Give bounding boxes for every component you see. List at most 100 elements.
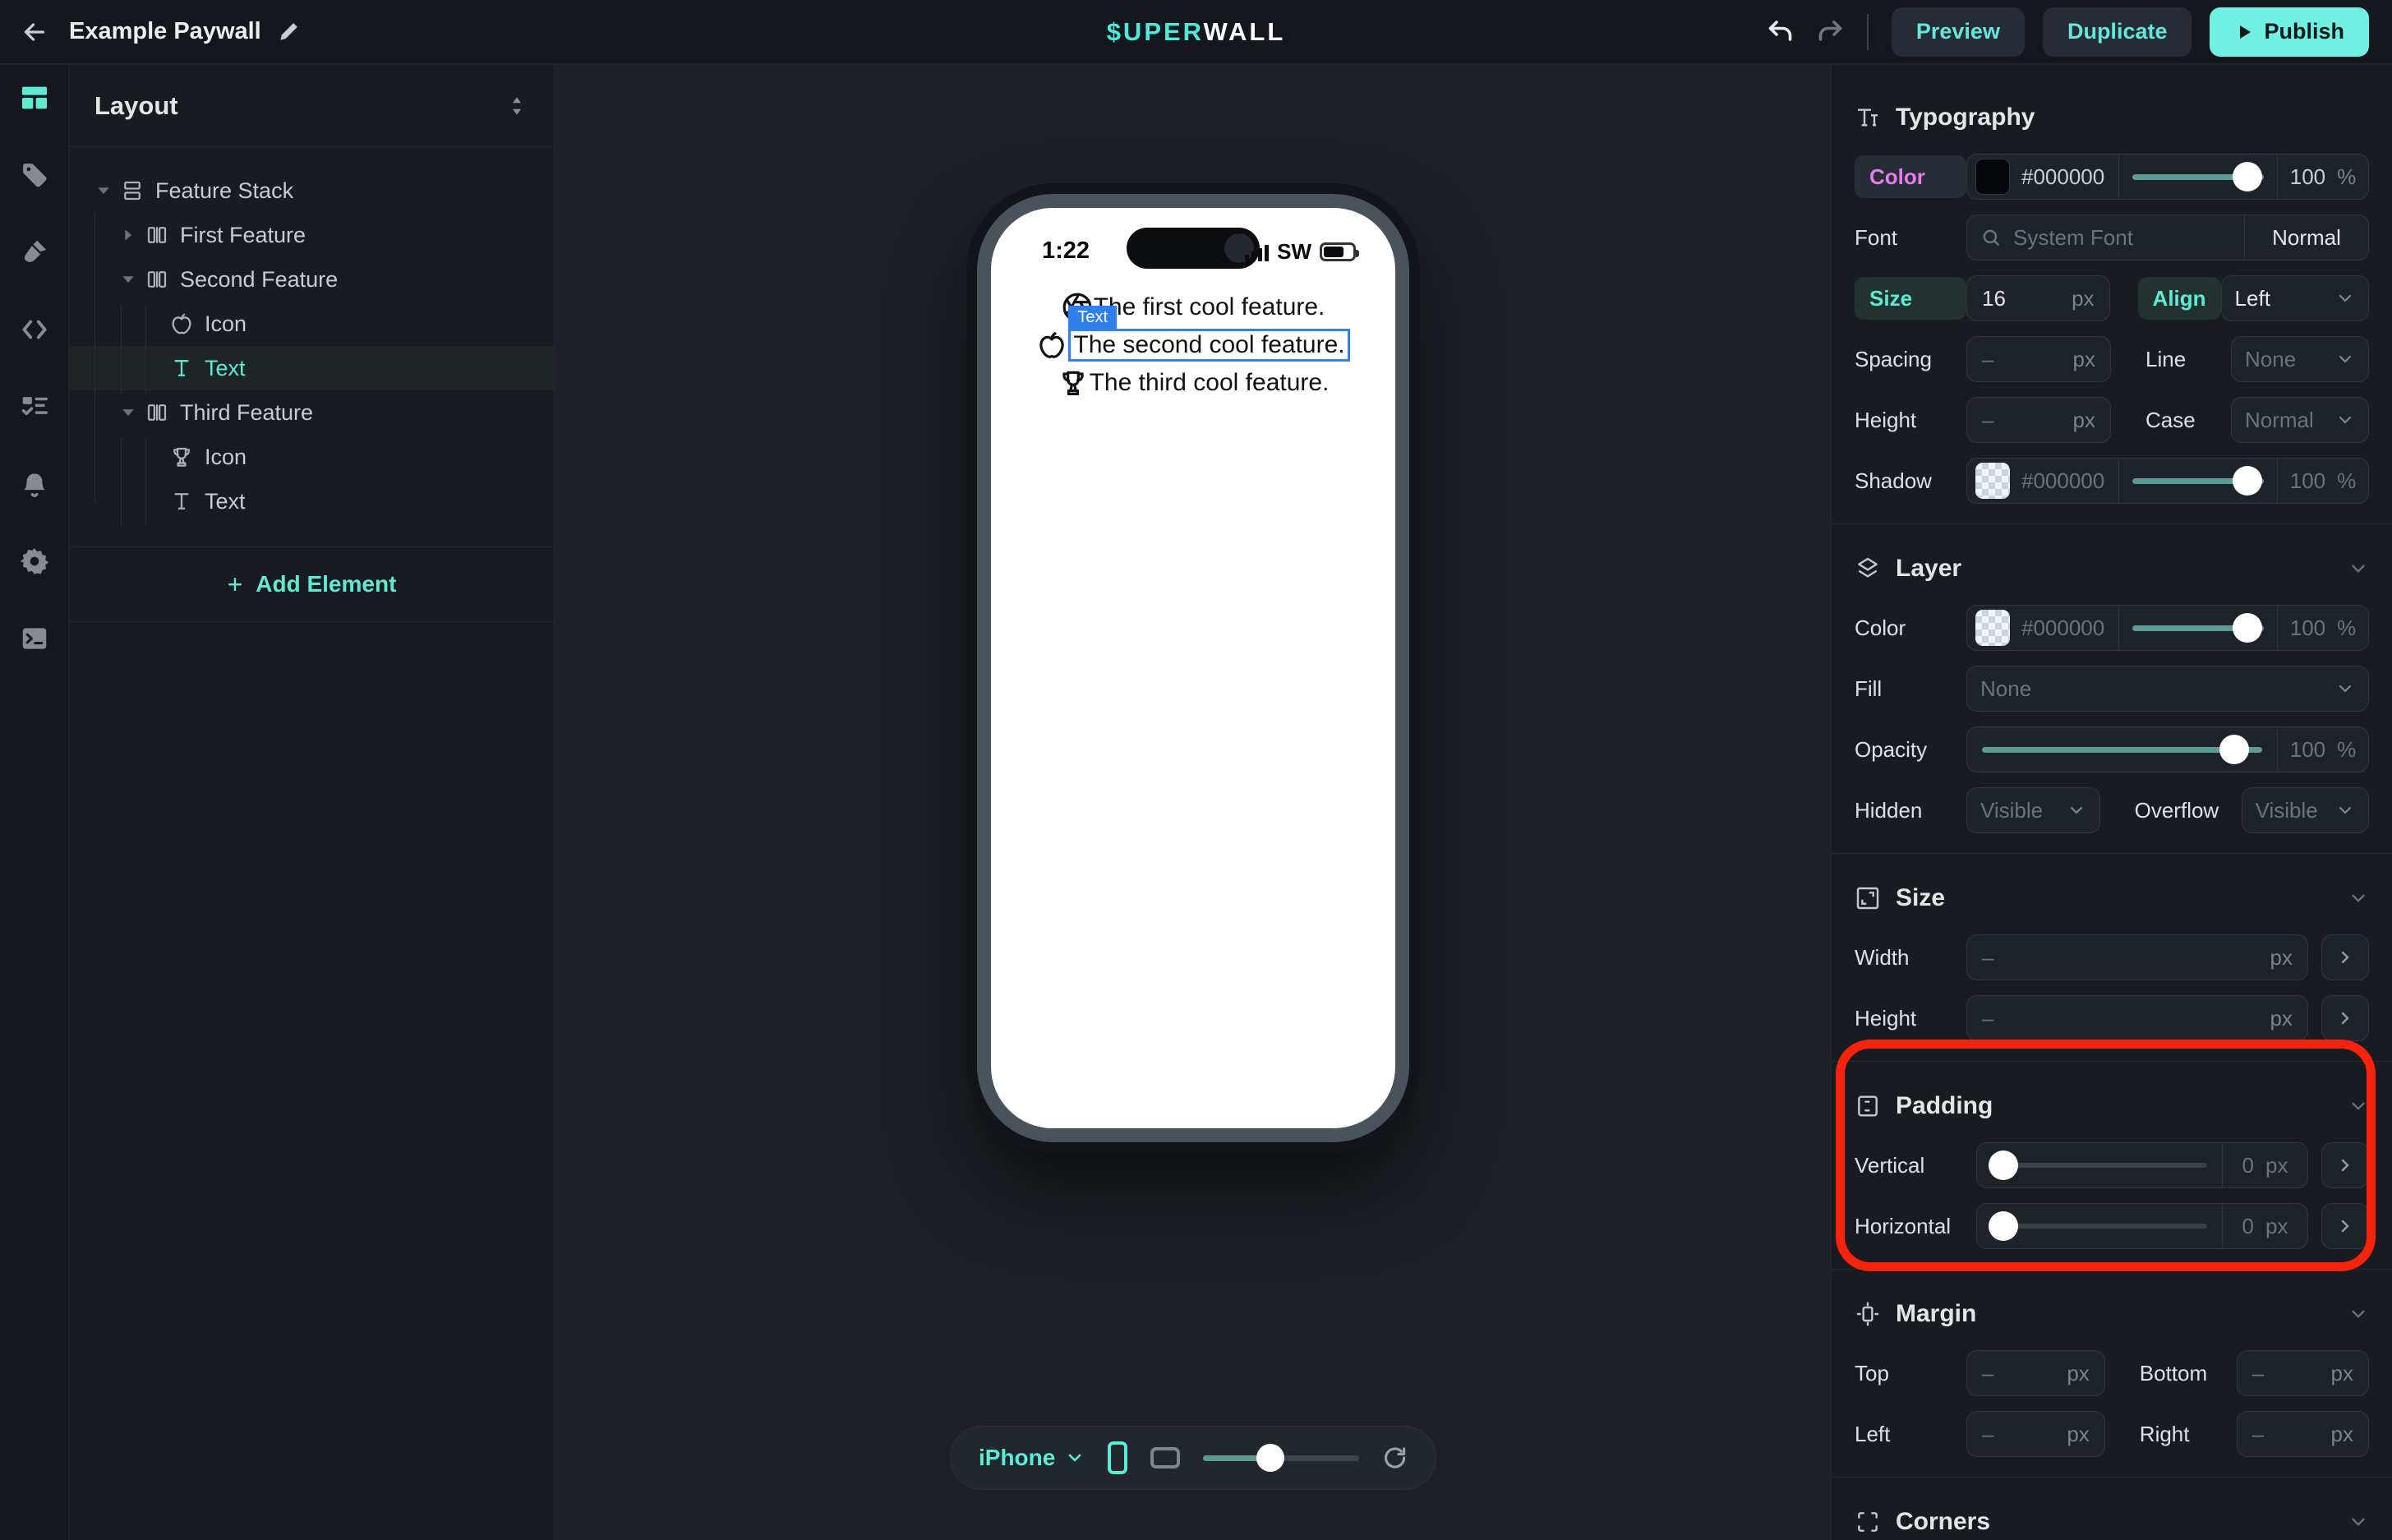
padding-horizontal-expand-button[interactable] — [2321, 1203, 2369, 1249]
margin-right-input[interactable]: –px — [2237, 1411, 2369, 1457]
undo-icon[interactable] — [1767, 17, 1796, 47]
font-control[interactable]: System Font Normal — [1966, 214, 2369, 261]
tree-row-third-feature[interactable]: Third Feature — [70, 390, 554, 435]
preview-button[interactable]: Preview — [1892, 7, 2025, 57]
font-search[interactable]: System Font — [1967, 225, 2244, 251]
color-pill[interactable]: Color — [1855, 155, 1966, 198]
case-dropdown[interactable]: Normal — [2231, 397, 2369, 443]
color-hex-value[interactable]: #000000 — [2021, 164, 2118, 190]
device-select[interactable]: iPhone — [979, 1445, 1085, 1471]
padding-vertical-expand-button[interactable] — [2321, 1142, 2369, 1188]
rail-code-icon[interactable] — [16, 311, 53, 348]
opacity-control[interactable]: 100% — [1966, 726, 2369, 772]
landscape-toggle[interactable] — [1150, 1447, 1180, 1469]
selected-text-element[interactable]: TextThe second cool feature. — [1068, 329, 1349, 362]
add-element-button[interactable]: + Add Element — [228, 569, 397, 600]
iphone-screen[interactable]: 1:22 SW The first cool feature.TextThe s… — [991, 208, 1395, 1128]
color-alpha-slider[interactable] — [2132, 154, 2264, 200]
layer-color-hex[interactable]: #000000 — [2021, 616, 2118, 641]
padding-vertical-control[interactable]: 0px — [1976, 1142, 2308, 1188]
align-pill[interactable]: Align — [2138, 277, 2221, 320]
publish-button[interactable]: Publish — [2210, 7, 2369, 57]
feature-row[interactable]: TextThe second cool feature. — [1036, 329, 1349, 362]
caret-down-icon[interactable] — [91, 182, 116, 199]
margin-bottom-input[interactable]: –px — [2237, 1350, 2369, 1396]
rail-paintbrush-icon[interactable] — [16, 234, 53, 270]
padding-horizontal-slider[interactable] — [1985, 1203, 2214, 1249]
hidden-dropdown[interactable]: Visible — [1966, 787, 2100, 833]
duplicate-button[interactable]: Duplicate — [2043, 7, 2192, 57]
shadow-hex-value[interactable]: #000000 — [2021, 468, 2118, 494]
caret-down-icon[interactable] — [116, 271, 141, 288]
chevron-down-icon[interactable] — [2348, 1095, 2369, 1117]
height-input[interactable]: – px — [1966, 995, 2308, 1041]
refresh-icon[interactable] — [1382, 1443, 1408, 1473]
rail-tag-icon[interactable] — [16, 157, 53, 193]
chevron-down-icon[interactable] — [2348, 1511, 2369, 1533]
fill-dropdown[interactable]: None — [1966, 666, 2369, 712]
margin-header[interactable]: Margin — [1855, 1289, 2369, 1339]
padding-vertical-value[interactable]: 0 — [2242, 1153, 2254, 1178]
line-height-input[interactable]: – px — [1966, 397, 2111, 443]
tree-row-second-feature[interactable]: Second Feature — [70, 257, 554, 302]
chevron-down-icon[interactable] — [2348, 1303, 2369, 1325]
height-expand-button[interactable] — [2321, 995, 2369, 1041]
padding-horizontal-control[interactable]: 0px — [1976, 1203, 2308, 1249]
color-percent[interactable]: 100 — [2290, 164, 2325, 190]
shadow-percent[interactable]: 100 — [2290, 468, 2325, 494]
tree-row-feature-stack[interactable]: Feature Stack — [70, 168, 554, 213]
back-button[interactable] — [0, 17, 69, 47]
size-pill[interactable]: Size — [1855, 277, 1966, 320]
feature-text[interactable]: The first cool feature. — [1094, 293, 1325, 321]
chevron-down-icon[interactable] — [2348, 888, 2369, 909]
align-dropdown[interactable]: Left — [2221, 275, 2369, 321]
edit-pencil-icon[interactable] — [278, 21, 300, 43]
opacity-slider[interactable] — [1974, 726, 2270, 772]
caret-down-icon[interactable] — [116, 404, 141, 421]
shadow-alpha-slider[interactable] — [2132, 458, 2264, 504]
corners-header[interactable]: Corners — [1855, 1497, 2369, 1540]
zoom-slider[interactable] — [1203, 1444, 1359, 1472]
margin-left-input[interactable]: –px — [1966, 1411, 2105, 1457]
feature-row[interactable]: The third cool feature. — [1058, 367, 1330, 399]
layer-alpha-slider[interactable] — [2132, 605, 2264, 651]
color-swatch[interactable] — [1975, 159, 2010, 195]
sort-arrows-icon[interactable] — [505, 94, 529, 118]
margin-top-input[interactable]: –px — [1966, 1350, 2105, 1396]
feature-text[interactable]: The third cool feature. — [1090, 369, 1330, 397]
shadow-color-control[interactable]: #000000 100% — [1966, 458, 2369, 504]
size-header[interactable]: Size — [1855, 874, 2369, 923]
shadow-swatch[interactable] — [1975, 463, 2010, 499]
redo-icon[interactable] — [1814, 17, 1844, 47]
overflow-dropdown[interactable]: Visible — [2242, 787, 2369, 833]
opacity-percent[interactable]: 100 — [2290, 737, 2325, 763]
spacing-input[interactable]: – px — [1966, 336, 2111, 382]
layer-header[interactable]: Layer — [1855, 544, 2369, 593]
layer-color-control[interactable]: #000000 100% — [1966, 605, 2369, 651]
rail-terminal-icon[interactable] — [16, 620, 53, 657]
rail-gear-icon[interactable] — [16, 543, 53, 579]
chevron-down-icon[interactable] — [2348, 558, 2369, 579]
tree-row-icon[interactable]: Icon — [70, 435, 554, 479]
layer-color-percent[interactable]: 100 — [2290, 616, 2325, 641]
tree-row-text[interactable]: Text — [70, 479, 554, 523]
tree-row-text[interactable]: Text — [70, 346, 554, 390]
padding-vertical-slider[interactable] — [1985, 1142, 2214, 1188]
width-expand-button[interactable] — [2321, 934, 2369, 980]
padding-horizontal-value[interactable]: 0 — [2242, 1214, 2254, 1239]
typography-header[interactable]: Typography — [1855, 93, 2369, 142]
padding-header[interactable]: Padding — [1855, 1081, 2369, 1131]
line-dropdown[interactable]: None — [2231, 336, 2369, 382]
portrait-toggle[interactable] — [1108, 1441, 1127, 1474]
text-color-control[interactable]: #000000 100% — [1966, 154, 2369, 200]
rail-layout-grid-icon[interactable] — [16, 80, 53, 116]
layer-color-swatch[interactable] — [1975, 610, 2010, 646]
rail-checklist-icon[interactable] — [16, 389, 53, 425]
font-weight-value[interactable]: Normal — [2245, 225, 2368, 251]
canvas[interactable]: 1:22 SW The first cool feature.TextThe s… — [555, 65, 1830, 1540]
font-size-input[interactable]: 16 px — [1966, 275, 2110, 321]
caret-right-icon[interactable] — [116, 227, 141, 243]
width-input[interactable]: – px — [1966, 934, 2308, 980]
rail-bell-icon[interactable] — [16, 466, 53, 502]
tree-row-icon[interactable]: Icon — [70, 302, 554, 346]
